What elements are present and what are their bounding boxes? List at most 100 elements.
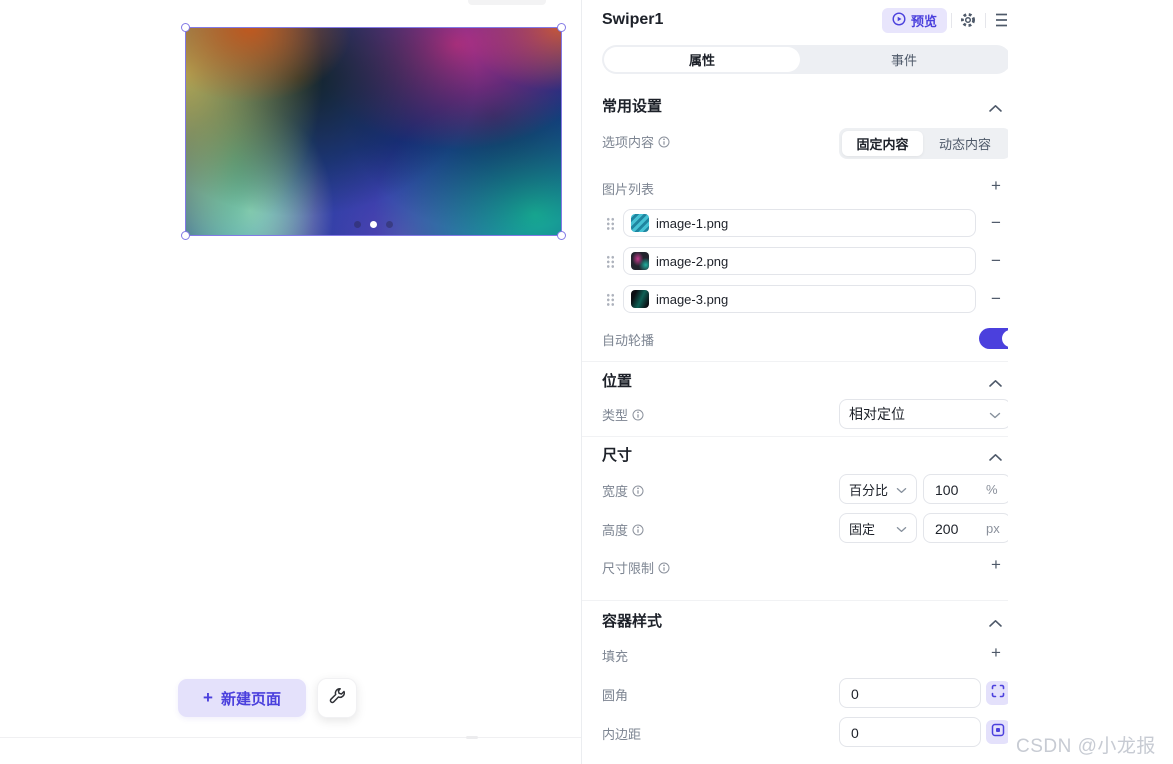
- image-thumbnail: [631, 214, 649, 232]
- plus-icon: +: [203, 688, 213, 708]
- segment-fixed-content[interactable]: 固定内容: [842, 131, 923, 156]
- section-divider: [582, 436, 1008, 437]
- image-thumbnail: [631, 252, 649, 270]
- info-icon[interactable]: [632, 409, 644, 421]
- image-filename-field[interactable]: image-1.png: [623, 209, 976, 237]
- section-title-container-style: 容器样式: [602, 610, 662, 631]
- canvas-bottom-border: [0, 737, 581, 738]
- section-title-size: 尺寸: [602, 444, 632, 465]
- properties-panel: Swiper1 预览: [581, 0, 1008, 764]
- autoplay-text: 自动轮播: [602, 330, 654, 349]
- chevron-down-icon: [896, 521, 907, 536]
- drag-handle-icon[interactable]: [606, 217, 615, 230]
- canvas-bottom-dash: [466, 736, 478, 739]
- height-text: 高度: [602, 520, 628, 539]
- width-label: 宽度: [602, 481, 644, 500]
- width-mode-select[interactable]: 百分比: [839, 474, 917, 504]
- resize-handle-top-right[interactable]: [557, 23, 566, 32]
- add-image-button[interactable]: +: [986, 176, 1006, 196]
- info-icon[interactable]: [632, 485, 644, 497]
- radius-input[interactable]: [841, 680, 961, 708]
- width-text: 宽度: [602, 481, 628, 500]
- play-circle-icon: [892, 12, 906, 29]
- remove-image-button[interactable]: −: [986, 289, 1006, 309]
- radius-label: 圆角: [602, 685, 628, 704]
- settings-gear-icon[interactable]: [959, 11, 977, 29]
- tools-button[interactable]: [317, 678, 357, 718]
- width-input[interactable]: [925, 476, 983, 504]
- info-icon[interactable]: [658, 562, 670, 574]
- padding-text: 内边距: [602, 724, 641, 743]
- section-title-common: 常用设置: [602, 95, 662, 116]
- height-label: 高度: [602, 520, 644, 539]
- add-fill-button[interactable]: +: [986, 643, 1006, 663]
- drag-handle-icon[interactable]: [606, 293, 615, 306]
- height-mode-select[interactable]: 固定: [839, 513, 917, 543]
- padding-icon: [991, 723, 1005, 742]
- resize-handle-top-left[interactable]: [181, 23, 190, 32]
- swiper-dot[interactable]: [354, 221, 361, 228]
- chevron-up-icon[interactable]: [988, 615, 1004, 625]
- padding-link-button[interactable]: [986, 720, 1008, 744]
- autoplay-label: 自动轮播: [602, 330, 654, 349]
- swiper-dot[interactable]: [386, 221, 393, 228]
- size-limit-label: 尺寸限制: [602, 558, 670, 577]
- canvas-top-pill: [468, 0, 546, 5]
- watermark: CSDN @小龙报: [1016, 731, 1156, 758]
- wrench-icon: [327, 686, 347, 711]
- info-icon[interactable]: [658, 136, 670, 148]
- image-filename: image-2.png: [656, 254, 728, 269]
- height-input-box: px: [923, 513, 1008, 543]
- autoplay-toggle[interactable]: [979, 328, 1008, 349]
- new-page-button[interactable]: + 新建页面: [178, 679, 306, 717]
- radius-link-button[interactable]: [986, 681, 1008, 705]
- height-input[interactable]: [925, 515, 983, 543]
- padding-input[interactable]: [841, 719, 961, 747]
- tab-events[interactable]: 事件: [800, 45, 1008, 74]
- add-size-limit-button[interactable]: +: [986, 555, 1006, 575]
- radius-input-box: [839, 678, 981, 708]
- panel-layout-icon[interactable]: [995, 12, 1008, 28]
- chevron-down-icon: [989, 406, 1001, 422]
- image-thumbnail: [631, 290, 649, 308]
- header-separator: [985, 13, 986, 28]
- image-filename-field[interactable]: image-2.png: [623, 247, 976, 275]
- position-type-value: 相对定位: [849, 404, 905, 424]
- width-unit: %: [986, 482, 998, 497]
- preview-button-label: 预览: [911, 11, 937, 30]
- remove-image-button[interactable]: −: [986, 213, 1006, 233]
- height-mode-value: 固定: [849, 519, 875, 538]
- resize-handle-bottom-right[interactable]: [557, 231, 566, 240]
- position-type-text: 类型: [602, 405, 628, 424]
- height-unit: px: [986, 521, 1000, 536]
- segment-dynamic-content[interactable]: 动态内容: [923, 128, 1007, 159]
- remove-image-button[interactable]: −: [986, 251, 1006, 271]
- preview-button[interactable]: 预览: [882, 8, 947, 33]
- position-type-label: 类型: [602, 405, 644, 424]
- chevron-up-icon[interactable]: [988, 100, 1004, 110]
- chevron-up-icon[interactable]: [988, 375, 1004, 385]
- fill-label: 填充: [602, 646, 628, 665]
- chevron-up-icon[interactable]: [988, 449, 1004, 459]
- tab-properties[interactable]: 属性: [604, 47, 800, 72]
- swiper-component-selection[interactable]: [185, 27, 562, 236]
- swiper-pagination: [186, 221, 561, 228]
- content-mode-segmented: 固定内容 动态内容: [839, 128, 1008, 159]
- image-filename-field[interactable]: image-3.png: [623, 285, 976, 313]
- image-list-row: image-3.png −: [582, 285, 1008, 313]
- section-divider: [582, 600, 1008, 601]
- component-title: Swiper1: [602, 11, 663, 29]
- option-content-text: 选项内容: [602, 132, 654, 151]
- image-list-row: image-1.png −: [582, 209, 1008, 237]
- info-icon[interactable]: [632, 524, 644, 536]
- swiper-dot-active[interactable]: [370, 221, 377, 228]
- drag-handle-icon[interactable]: [606, 255, 615, 268]
- swiper-slide-image[interactable]: [186, 28, 561, 235]
- width-mode-value: 百分比: [849, 480, 888, 499]
- image-filename: image-1.png: [656, 216, 728, 231]
- resize-handle-bottom-left[interactable]: [181, 231, 190, 240]
- editor-canvas[interactable]: + 新建页面: [0, 0, 581, 764]
- position-type-select[interactable]: 相对定位: [839, 399, 1008, 429]
- image-list-label: 图片列表: [602, 179, 654, 198]
- panel-tabbar: 属性 事件: [602, 45, 1008, 74]
